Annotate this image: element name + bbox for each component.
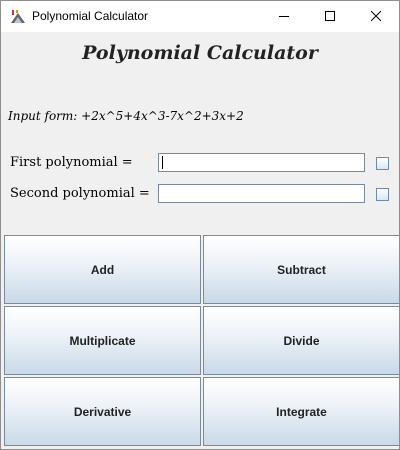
add-button[interactable]: Add — [4, 235, 201, 304]
close-button[interactable] — [353, 1, 399, 32]
add-button-label: Add — [90, 262, 115, 277]
second-polynomial-checkbox[interactable] — [376, 188, 389, 201]
divide-button-label: Divide — [283, 333, 320, 348]
minimize-button[interactable] — [261, 1, 307, 32]
second-polynomial-input[interactable] — [158, 184, 365, 203]
multiplicate-button-label: Multiplicate — [69, 333, 136, 348]
page-title: Polynomial Calculator — [82, 42, 318, 64]
divide-button[interactable]: Divide — [203, 306, 399, 375]
multiplicate-button[interactable]: Multiplicate — [4, 306, 201, 375]
maximize-button[interactable] — [307, 1, 353, 32]
first-polynomial-checkbox[interactable] — [376, 157, 389, 170]
text-caret — [162, 156, 163, 169]
first-polynomial-input[interactable] — [158, 153, 365, 172]
subtract-button-label: Subtract — [277, 262, 326, 277]
java-app-icon — [10, 9, 26, 25]
window-title: Polynomial Calculator — [32, 9, 149, 23]
app-window: Polynomial Calculator Polynomial Calcula… — [0, 0, 400, 450]
derivative-button-label: Derivative — [73, 404, 132, 419]
first-polynomial-label: First polynomial = — [10, 155, 133, 170]
second-polynomial-label: Second polynomial = — [10, 186, 150, 201]
derivative-button[interactable]: Derivative — [4, 377, 201, 446]
integrate-button-label: Integrate — [276, 404, 327, 419]
minimize-icon — [279, 16, 289, 17]
integrate-button[interactable]: Integrate — [203, 377, 399, 446]
title-bar[interactable]: Polynomial Calculator — [1, 1, 399, 32]
input-form-hint: Input form: +2x^5+4x^3-7x^2+3x+2 — [8, 109, 244, 123]
close-icon — [371, 11, 381, 21]
subtract-button[interactable]: Subtract — [203, 235, 399, 304]
maximize-icon — [325, 11, 335, 21]
